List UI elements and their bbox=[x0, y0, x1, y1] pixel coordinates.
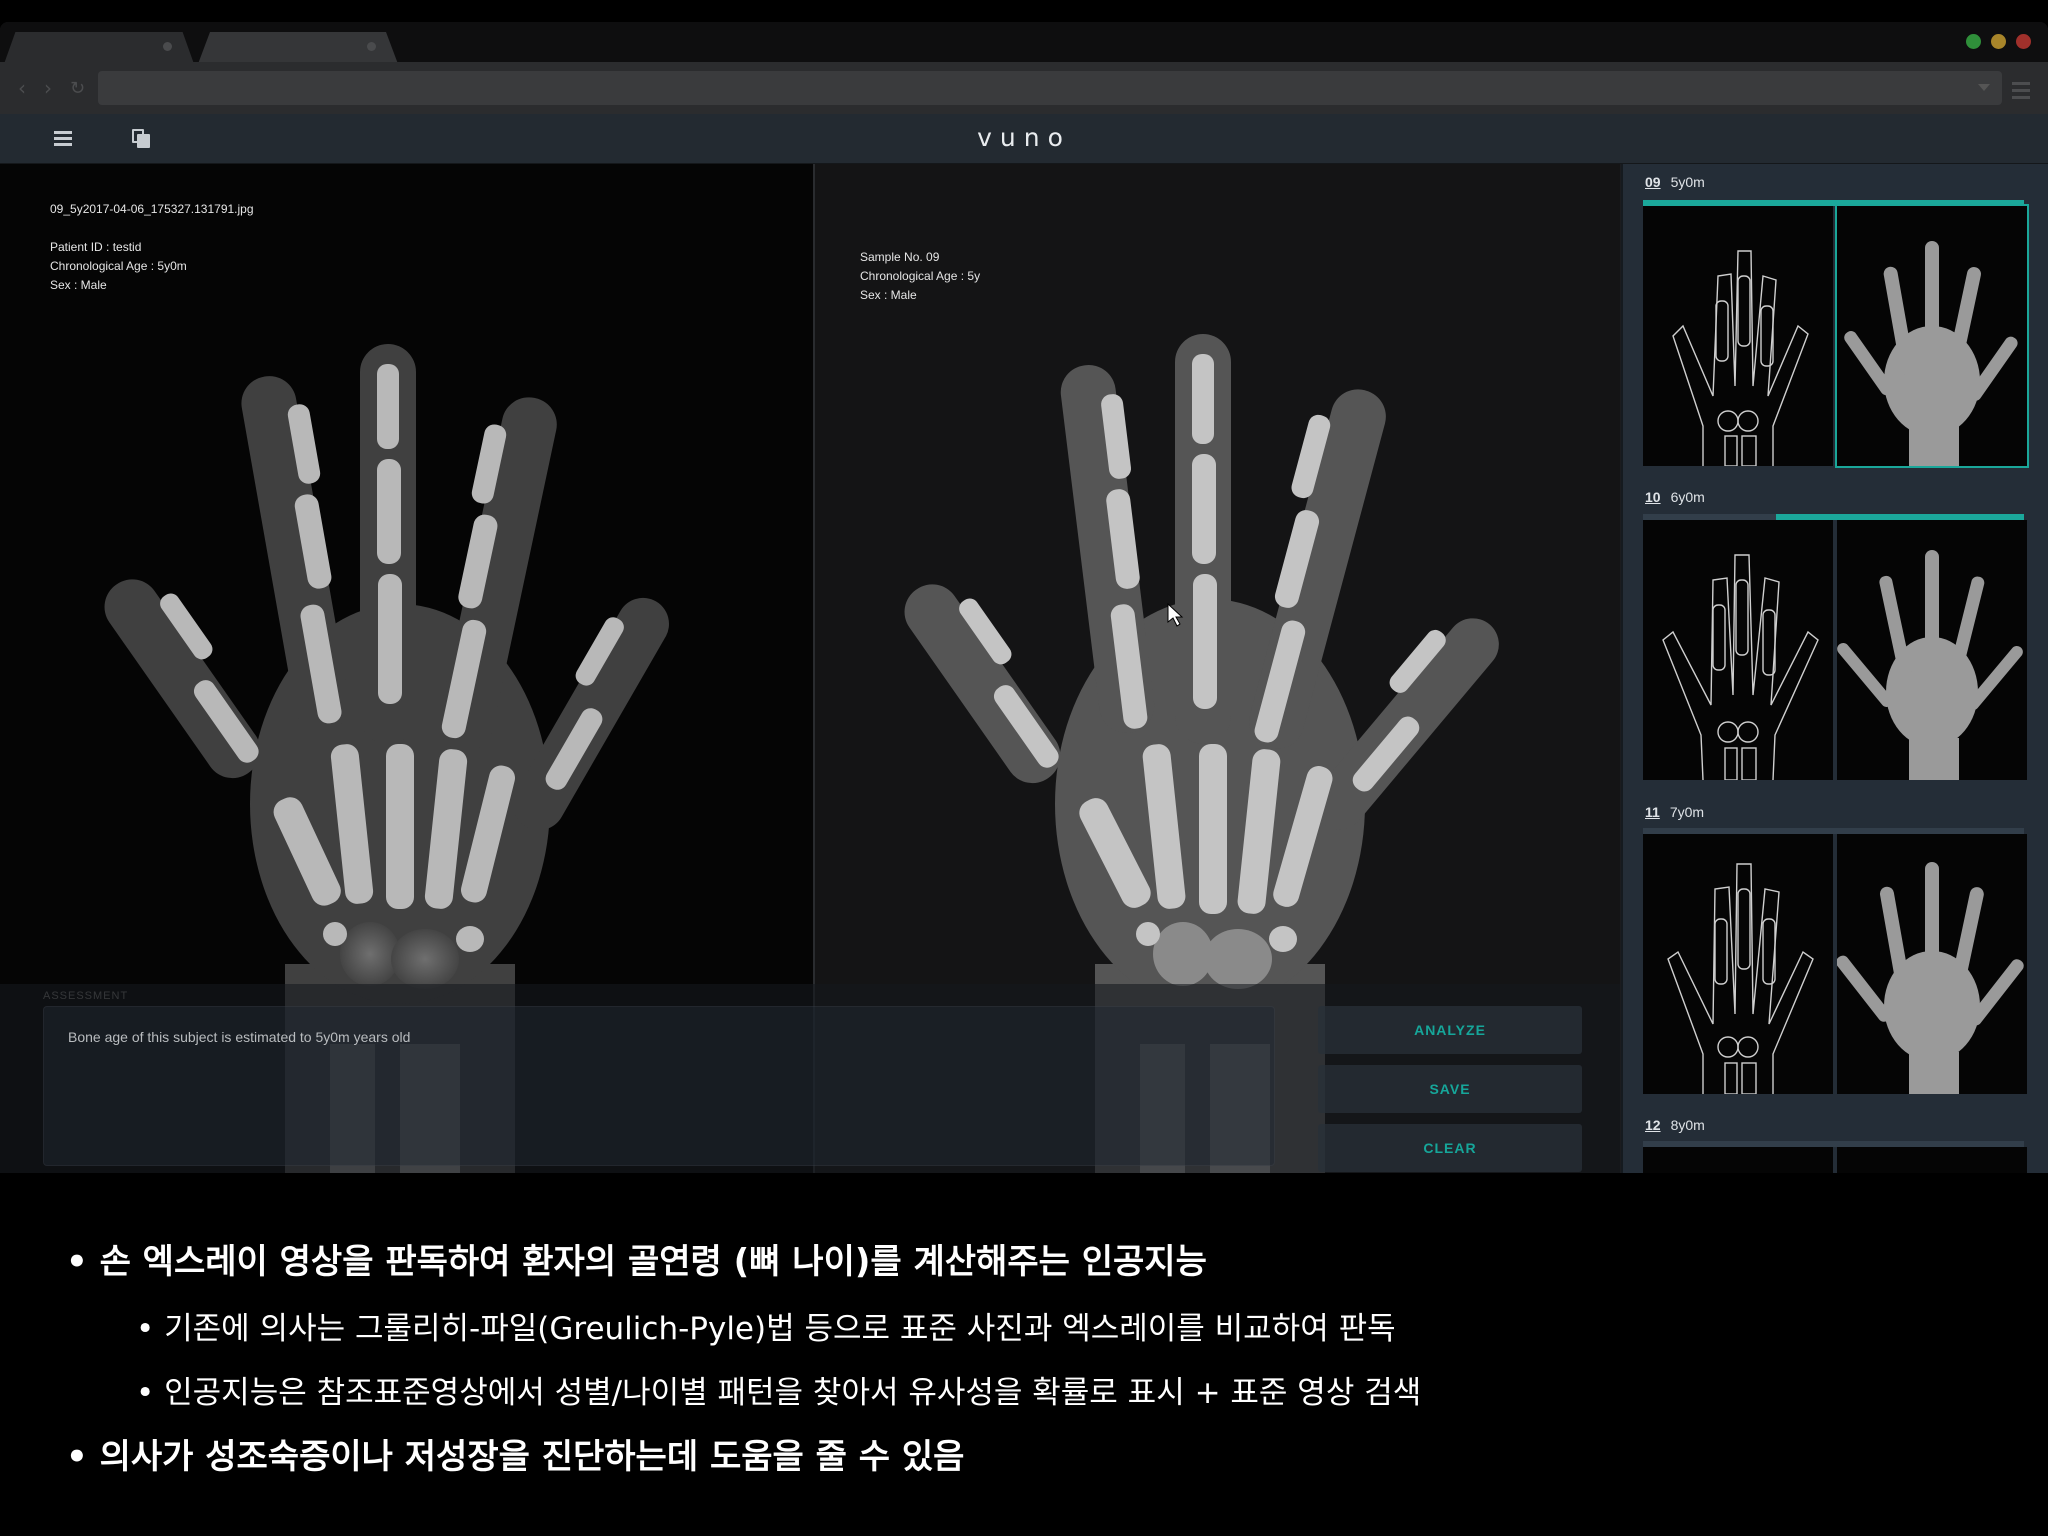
clear-button[interactable]: CLEAR bbox=[1318, 1124, 1582, 1172]
assessment-text: Bone age of this subject is estimated to… bbox=[68, 1029, 411, 1045]
forward-arrow-icon[interactable]: › bbox=[44, 76, 52, 100]
analyze-button[interactable]: ANALYZE bbox=[1318, 1006, 1582, 1054]
window-close-icon[interactable] bbox=[2016, 34, 2031, 49]
sidebar-thumb-outline[interactable] bbox=[1643, 206, 1833, 466]
browser-window: ‹ › ↻ vuno 09_5y2017-04-06_175327.131791… bbox=[0, 22, 2048, 1173]
sidebar-item-number: 10 bbox=[1645, 489, 1661, 505]
reference-info: Sample No. 09 Chronological Age : 5y Sex… bbox=[860, 248, 980, 305]
reference-chronological-age: Chronological Age : 5y bbox=[860, 269, 981, 283]
sidebar-thumb-outline[interactable] bbox=[1643, 834, 1833, 1094]
assessment-title: ASSESSMENT bbox=[43, 990, 129, 1002]
slide-caption: • 손 엑스레이 영상을 판독하여 환자의 골연령 (뼈 나이)를 계산해주는 … bbox=[0, 1173, 2048, 1536]
filename-label: 09_5y2017-04-06_175327.131791.jpg bbox=[50, 202, 254, 216]
reload-icon[interactable]: ↻ bbox=[70, 78, 85, 99]
kebab-menu-icon[interactable] bbox=[2012, 82, 2030, 103]
bone-age-app: vuno 09_5y2017-04-06_175327.131791.jpg P… bbox=[0, 114, 2048, 1173]
sidebar-item-age: 8y0m bbox=[1670, 1117, 1705, 1133]
sidebar-item-label: 12 8y0m bbox=[1645, 1117, 1705, 1133]
window-maximize-icon[interactable] bbox=[1966, 34, 1981, 49]
app-logo: vuno bbox=[977, 123, 1071, 152]
sidebar-item-number: 09 bbox=[1645, 174, 1661, 190]
caption-bullet-sub: • 인공지능은 참조표준영상에서 성별/나이별 패턴을 찾아서 유사성을 확률로… bbox=[136, 1375, 1422, 1411]
sidebar-thumb-xray[interactable] bbox=[1837, 520, 2027, 780]
reference-sidebar: 09 5y0m 10 6y0m 11 7y0m 12 8y0m bbox=[1621, 164, 2048, 1173]
patient-info: Patient ID : testid Chronological Age : … bbox=[50, 238, 187, 295]
patient-id: Patient ID : testid bbox=[50, 240, 142, 254]
browser-tab[interactable] bbox=[4, 32, 194, 64]
hand-xray-thumbnail bbox=[1837, 550, 2023, 780]
sidebar-item-label: 10 6y0m bbox=[1645, 489, 1705, 505]
browser-tab-active[interactable] bbox=[198, 32, 398, 64]
sample-number: Sample No. 09 bbox=[860, 250, 940, 264]
tab-close-icon[interactable] bbox=[163, 42, 172, 51]
sidebar-item-age: 6y0m bbox=[1670, 489, 1705, 505]
assessment-textarea[interactable]: Bone age of this subject is estimated to… bbox=[43, 1006, 1275, 1166]
sidebar-thumb-outline[interactable] bbox=[1643, 520, 1833, 780]
hand-outline-thumbnail bbox=[1667, 863, 1814, 1094]
browser-toolbar: ‹ › ↻ bbox=[0, 62, 2048, 114]
caption-bullet-main: • 의사가 성조숙증이나 저성장을 진단하는데 도움을 줄 수 있음 bbox=[66, 1437, 965, 1477]
back-arrow-icon[interactable]: ‹ bbox=[18, 76, 26, 100]
sidebar-thumb-xray-selected[interactable] bbox=[1835, 204, 2029, 468]
sidebar-item-label: 11 7y0m bbox=[1645, 804, 1704, 820]
sidebar-thumb-outline[interactable] bbox=[1643, 1147, 1833, 1173]
hand-xray-thumbnail bbox=[1837, 862, 2024, 1094]
reference-sex: Sex : Male bbox=[860, 288, 917, 302]
tab-close-icon[interactable] bbox=[367, 42, 376, 51]
save-button[interactable]: SAVE bbox=[1318, 1065, 1582, 1113]
sidebar-item-number: 11 bbox=[1645, 804, 1660, 820]
caption-bullet-main: • 손 엑스레이 영상을 판독하여 환자의 골연령 (뼈 나이)를 계산해주는 … bbox=[66, 1242, 1207, 1282]
assessment-panel: ASSESSMENT Bone age of this subject is e… bbox=[0, 984, 1620, 1173]
patient-sex: Sex : Male bbox=[50, 278, 107, 292]
patient-chronological-age: Chronological Age : 5y0m bbox=[50, 259, 187, 273]
window-minimize-icon[interactable] bbox=[1991, 34, 2006, 49]
browser-tabstrip bbox=[0, 22, 2048, 64]
dropdown-icon[interactable] bbox=[1978, 84, 1990, 91]
sidebar-thumb-xray[interactable] bbox=[1837, 834, 2027, 1094]
caption-bullet-sub: • 기존에 의사는 그룰리히-파일(Greulich-Pyle)법 등으로 표준… bbox=[136, 1311, 1396, 1347]
sidebar-item-age: 7y0m bbox=[1669, 804, 1705, 820]
sidebar-item-age: 5y0m bbox=[1670, 174, 1705, 190]
hand-outline-thumbnail bbox=[1662, 554, 1819, 780]
app-header: vuno bbox=[0, 114, 2048, 164]
sidebar-thumb-xray[interactable] bbox=[1837, 1147, 2027, 1173]
sidebar-item-number: 12 bbox=[1645, 1117, 1661, 1133]
hand-outline-thumbnail bbox=[1672, 250, 1809, 466]
address-bar[interactable] bbox=[98, 71, 2002, 105]
hand-xray-thumbnail bbox=[1844, 241, 2018, 466]
sidebar-item-label: 09 5y0m bbox=[1645, 174, 1705, 190]
